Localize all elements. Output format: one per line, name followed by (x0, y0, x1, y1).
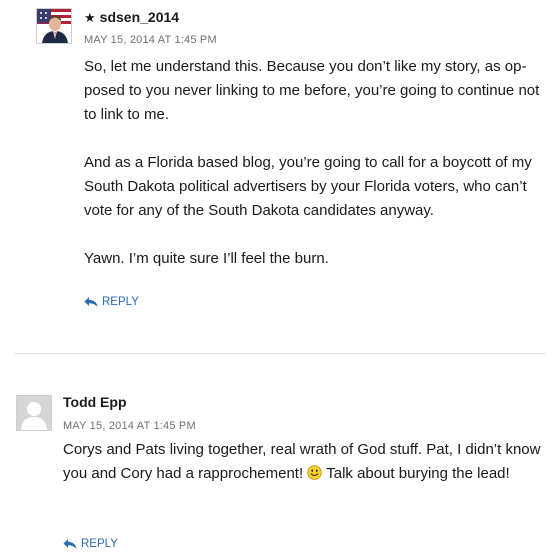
star-icon: ★ (84, 10, 96, 25)
comment-todd-epp: Todd Epp MAY 15, 2014 AT 1:45 PM Corys a… (0, 380, 560, 560)
comment-author[interactable]: Todd Epp (63, 394, 127, 410)
author-avatar[interactable] (36, 8, 72, 44)
comment-text: Talk about burying the lead! (322, 465, 510, 482)
comment-paragraph: So, let me understand this. Because you … (84, 58, 540, 123)
reply-button[interactable]: REPLY (63, 538, 118, 550)
author-avatar[interactable] (16, 395, 52, 431)
comment-paragraph: And as a Florida based blog, you’re goin… (84, 154, 532, 219)
comment-paragraph: Yawn. I’m quite sure I’ll feel the burn. (84, 250, 329, 267)
author-name[interactable]: sdsen_2014 (100, 9, 179, 25)
comment-date[interactable]: MAY 15, 2014 AT 1:45 PM (84, 34, 217, 46)
flag-portrait-avatar-icon (37, 9, 71, 43)
reply-button[interactable]: REPLY (84, 296, 139, 308)
reply-arrow-icon (63, 539, 77, 549)
reply-label[interactable]: REPLY (102, 296, 139, 308)
default-person-avatar-icon (17, 396, 51, 430)
comment-body: Corys and Pats living together, real wra… (63, 438, 545, 486)
reply-label[interactable]: REPLY (81, 538, 118, 550)
comment-author[interactable]: ★ sdsen_2014 (84, 9, 179, 26)
comment-body: So, let me understand this. Because you … (84, 55, 546, 295)
reply-arrow-icon (84, 297, 98, 307)
comment-divider (14, 353, 546, 354)
smiley-emoji-icon (307, 465, 323, 480)
comment-sdsen-2014: ★ sdsen_2014 MAY 15, 2014 AT 1:45 PM So, … (0, 0, 560, 340)
comment-date[interactable]: MAY 15, 2014 AT 1:45 PM (63, 420, 196, 432)
